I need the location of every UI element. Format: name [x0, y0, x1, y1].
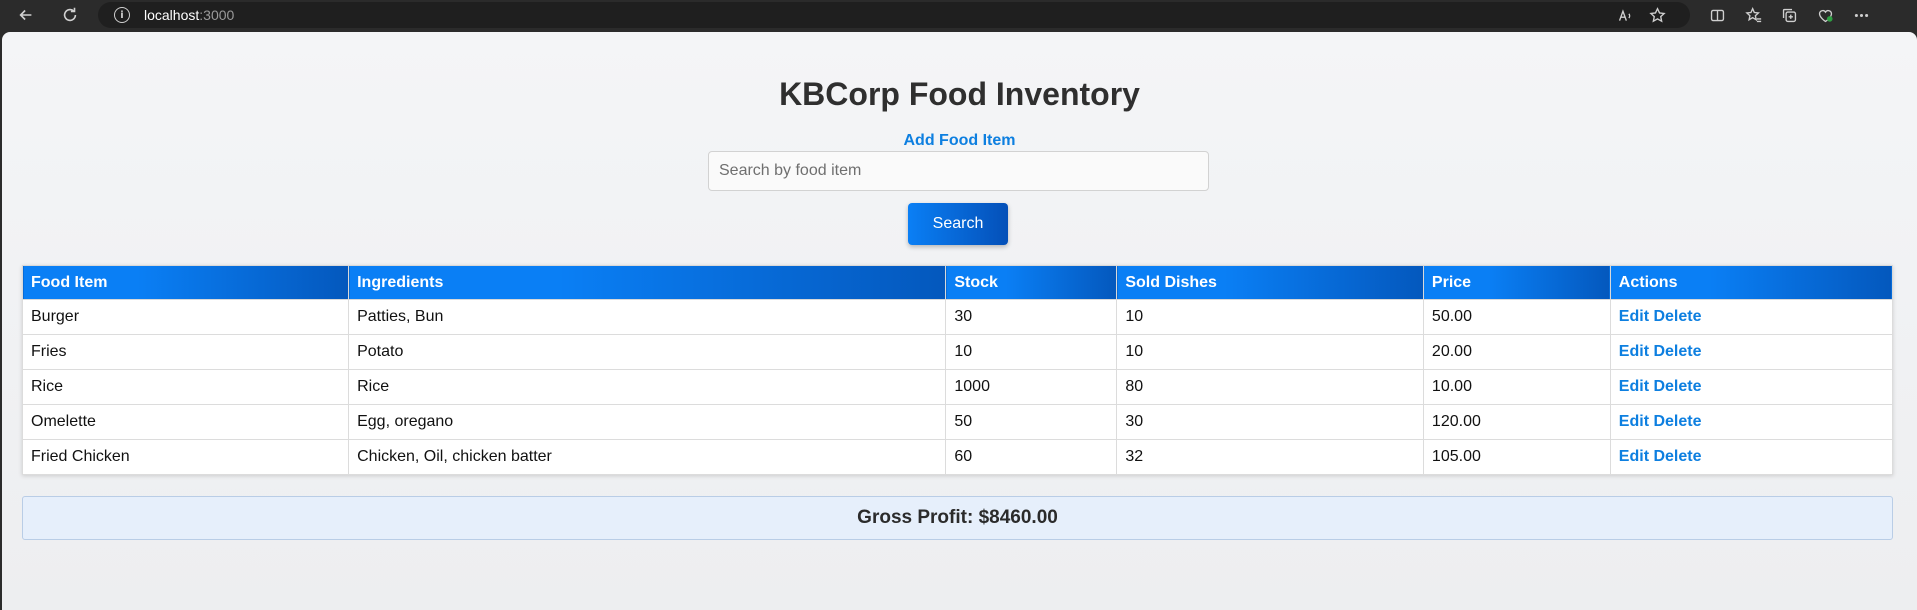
- page-title: KBCorp Food Inventory: [779, 76, 1140, 112]
- cell-food-item: Fries: [21, 334, 350, 370]
- read-aloud-icon[interactable]: [1614, 4, 1636, 26]
- cell-price: 20.00: [1422, 334, 1611, 370]
- back-icon[interactable]: [14, 3, 38, 27]
- table-row: Fried Chicken Chicken, Oil, chicken batt…: [21, 439, 1894, 475]
- address-bar[interactable]: i localhost:3000: [98, 2, 1690, 28]
- delete-link[interactable]: Delete: [1653, 413, 1701, 430]
- column-header-sold-dishes: Sold Dishes: [1116, 265, 1424, 300]
- delete-link[interactable]: Delete: [1653, 308, 1701, 325]
- delete-link[interactable]: Delete: [1653, 378, 1701, 395]
- column-header-price: Price: [1422, 265, 1611, 300]
- add-food-item-link[interactable]: Add Food Item: [2, 132, 1917, 150]
- page-viewport: KBCorp Food Inventory Add Food Item Sear…: [2, 32, 1917, 610]
- info-icon[interactable]: i: [114, 7, 130, 23]
- cell-stock: 30: [945, 299, 1118, 335]
- cell-actions: Edit Delete: [1609, 334, 1894, 370]
- url-port: :3000: [199, 7, 235, 23]
- cell-sold-dishes: 10: [1116, 299, 1424, 335]
- browser-toolbar: i localhost:3000: [0, 0, 1917, 30]
- column-header-food-item: Food Item: [21, 265, 350, 300]
- inventory-table: Food Item Ingredients Stock Sold Dishes …: [21, 265, 1894, 475]
- more-icon[interactable]: [1850, 4, 1872, 26]
- cell-sold-dishes: 32: [1116, 439, 1424, 475]
- cell-ingredients: Potato: [348, 334, 947, 370]
- cell-price: 120.00: [1422, 404, 1611, 440]
- edit-link[interactable]: Edit: [1619, 448, 1649, 465]
- edit-link[interactable]: Edit: [1619, 343, 1649, 360]
- cell-ingredients: Rice: [348, 369, 947, 405]
- cell-food-item: Fried Chicken: [21, 439, 350, 475]
- cell-food-item: Rice: [21, 369, 350, 405]
- cell-ingredients: Patties, Bun: [348, 299, 947, 335]
- favorite-star-icon[interactable]: [1646, 4, 1668, 26]
- cell-stock: 1000: [945, 369, 1118, 405]
- cell-food-item: Omelette: [21, 404, 350, 440]
- search-input[interactable]: [708, 151, 1209, 191]
- cell-sold-dishes: 80: [1116, 369, 1424, 405]
- delete-link[interactable]: Delete: [1653, 343, 1701, 360]
- table-row: Burger Patties, Bun 30 10 50.00 Edit Del…: [21, 299, 1894, 335]
- cell-actions: Edit Delete: [1609, 369, 1894, 405]
- table-row: Omelette Egg, oregano 50 30 120.00 Edit …: [21, 404, 1894, 440]
- delete-link[interactable]: Delete: [1653, 448, 1701, 465]
- cell-actions: Edit Delete: [1609, 299, 1894, 335]
- browser-essentials-icon[interactable]: [1814, 4, 1836, 26]
- collections-icon[interactable]: [1778, 4, 1800, 26]
- split-screen-icon[interactable]: [1706, 4, 1728, 26]
- url-text[interactable]: localhost:3000: [144, 7, 234, 23]
- cell-ingredients: Chicken, Oil, chicken batter: [348, 439, 947, 475]
- edit-link[interactable]: Edit: [1619, 413, 1649, 430]
- table-row: Fries Potato 10 10 20.00 Edit Delete: [21, 334, 1894, 370]
- cell-actions: Edit Delete: [1609, 439, 1894, 475]
- cell-price: 10.00: [1422, 369, 1611, 405]
- cell-sold-dishes: 30: [1116, 404, 1424, 440]
- cell-actions: Edit Delete: [1609, 404, 1894, 440]
- cell-stock: 10: [945, 334, 1118, 370]
- cell-price: 50.00: [1422, 299, 1611, 335]
- gross-profit-text: Gross Profit: $8460.00: [857, 507, 1058, 528]
- column-header-actions: Actions: [1609, 265, 1894, 300]
- cell-ingredients: Egg, oregano: [348, 404, 947, 440]
- table-header-row: Food Item Ingredients Stock Sold Dishes …: [21, 265, 1894, 300]
- cell-stock: 50: [945, 404, 1118, 440]
- refresh-icon[interactable]: [58, 3, 82, 27]
- table-row: Rice Rice 1000 80 10.00 Edit Delete: [21, 369, 1894, 405]
- cell-food-item: Burger: [21, 299, 350, 335]
- cell-price: 105.00: [1422, 439, 1611, 475]
- column-header-ingredients: Ingredients: [348, 265, 947, 300]
- column-header-stock: Stock: [945, 265, 1118, 300]
- search-button[interactable]: Search: [908, 203, 1008, 245]
- edit-link[interactable]: Edit: [1619, 308, 1649, 325]
- favorites-icon[interactable]: [1742, 4, 1764, 26]
- gross-profit-banner: Gross Profit: $8460.00: [22, 496, 1893, 540]
- cell-sold-dishes: 10: [1116, 334, 1424, 370]
- edit-link[interactable]: Edit: [1619, 378, 1649, 395]
- cell-stock: 60: [945, 439, 1118, 475]
- url-host: localhost: [144, 7, 200, 23]
